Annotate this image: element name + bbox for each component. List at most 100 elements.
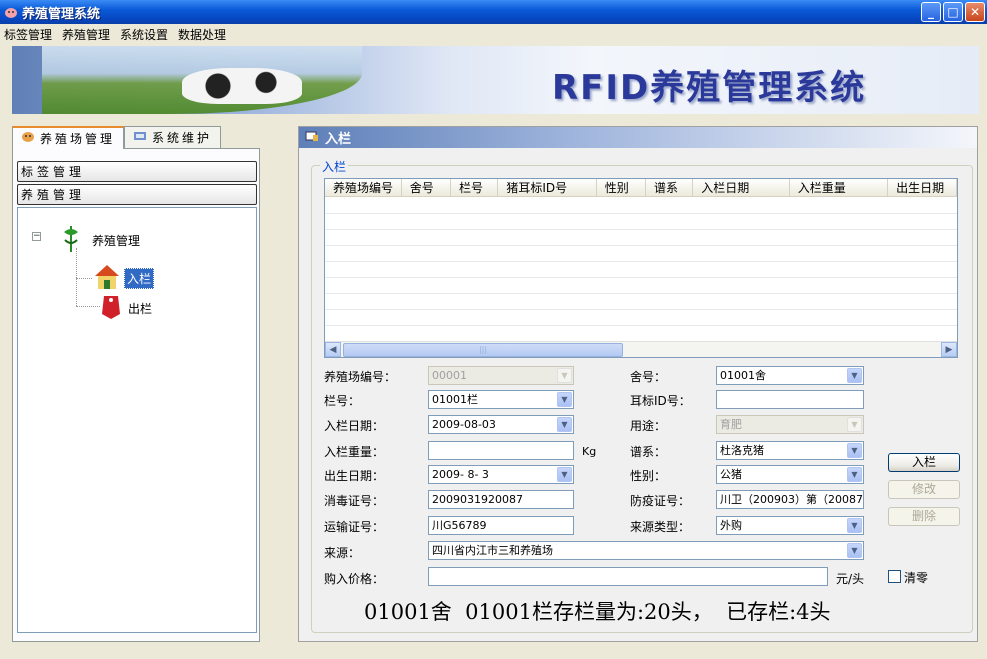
in-date-label: 入栏日期： <box>324 419 385 433</box>
right-panel: 入栏 入栏 养殖场编号 舍号 栏号 猪耳标ID号 性别 谱系 入栏日期 入栏重量… <box>298 126 978 642</box>
birth-date-label: 出生日期： <box>324 469 385 483</box>
column-header-in-date[interactable]: 入栏日期 <box>693 179 790 196</box>
epidemic-no-label: 防疫证号： <box>630 494 691 508</box>
farm-no-value: 00001 <box>432 369 467 382</box>
price-label: 购入价格： <box>324 572 385 586</box>
menu-system-settings[interactable]: 系统设置 <box>116 26 174 43</box>
left-panel: 养殖场管理 系统维护 标签管理 养殖管理 − 养殖管理 入栏 出栏 <box>12 126 260 642</box>
arrow-left-icon: ◀ <box>329 344 337 355</box>
clear-zero-label: 清零 <box>904 571 929 585</box>
chevron-down-icon[interactable]: ▼ <box>557 392 572 407</box>
menu-tag-management[interactable]: 标签管理 <box>0 26 58 43</box>
tree-root[interactable]: 养殖管理 <box>58 224 140 257</box>
tree-expander[interactable]: − <box>32 232 41 241</box>
tab-system-maintenance[interactable]: 系统维护 <box>124 126 222 148</box>
gender-combo[interactable]: 公猪 ▼ <box>716 465 864 484</box>
epidemic-no-input[interactable]: 川卫（200903）第（200878 <box>716 490 864 509</box>
farm-no-label: 养殖场编号： <box>324 370 397 384</box>
maximize-icon: □ <box>947 5 959 19</box>
price-input[interactable] <box>428 567 828 586</box>
gender-label: 性别： <box>630 469 667 483</box>
grip-icon: ||| <box>478 345 488 354</box>
pedigree-value: 杜洛克猪 <box>720 444 764 457</box>
chevron-down-icon: ▼ <box>557 368 572 383</box>
menu-breeding-management[interactable]: 养殖管理 <box>58 26 116 43</box>
cow-image <box>182 68 302 104</box>
tab-body: 标签管理 养殖管理 − 养殖管理 入栏 出栏 <box>12 148 260 642</box>
chevron-down-icon[interactable]: ▼ <box>847 368 862 383</box>
column-header-house-no[interactable]: 舍号 <box>402 179 452 196</box>
transport-no-input[interactable]: 川G56789 <box>428 516 574 535</box>
pig-face-icon <box>21 131 35 146</box>
tree-item-exit-pen[interactable]: 出栏 <box>100 294 152 323</box>
in-date-value: 2009-08-03 <box>432 418 496 431</box>
title-bar: 养殖管理系统 _ □ ✕ <box>0 0 987 24</box>
source-type-value: 外购 <box>720 519 742 532</box>
menu-bar: 标签管理 养殖管理 系统设置 数据处理 <box>0 24 987 44</box>
column-header-in-weight[interactable]: 入栏重量 <box>790 179 889 196</box>
chevron-down-icon[interactable]: ▼ <box>557 467 572 482</box>
minimize-button[interactable]: _ <box>921 2 941 22</box>
column-header-gender[interactable]: 性别 <box>597 179 646 196</box>
arrow-right-icon: ▶ <box>945 344 953 355</box>
chevron-down-icon[interactable]: ▼ <box>847 543 862 558</box>
column-header-pedigree[interactable]: 谱系 <box>646 179 694 196</box>
ear-tag-label: 耳标ID号： <box>630 394 691 408</box>
chevron-down-icon[interactable]: ▼ <box>847 467 862 482</box>
house-icon <box>92 262 122 295</box>
ear-tag-input[interactable] <box>716 390 864 409</box>
enter-pen-button[interactable]: 入栏 <box>888 453 960 472</box>
source-combo[interactable]: 四川省内江市三和养殖场 ▼ <box>428 541 864 560</box>
transport-no-label: 运输证号： <box>324 520 385 534</box>
source-type-label: 来源类型： <box>630 520 691 534</box>
in-date-picker[interactable]: 2009-08-03 ▼ <box>428 415 574 434</box>
farm-no-combo: 00001 ▼ <box>428 366 574 385</box>
section-breeding-management[interactable]: 养殖管理 <box>17 184 257 205</box>
maximize-button[interactable]: □ <box>943 2 963 22</box>
grid-body <box>325 198 957 341</box>
close-button[interactable]: ✕ <box>965 2 985 22</box>
section-tag-management[interactable]: 标签管理 <box>17 161 257 182</box>
menu-data-processing[interactable]: 数据处理 <box>174 26 232 43</box>
birth-date-picker[interactable]: 2009- 8- 3 ▼ <box>428 465 574 484</box>
in-weight-label: 入栏重量： <box>324 445 385 459</box>
clear-zero-checkbox[interactable] <box>888 570 901 583</box>
column-header-farm-no[interactable]: 养殖场编号 <box>325 179 402 196</box>
tree-connector <box>76 306 100 307</box>
scroll-left-button[interactable]: ◀ <box>325 342 341 357</box>
tab-farm-management[interactable]: 养殖场管理 <box>12 126 125 149</box>
modify-button[interactable]: 修改 <box>888 480 960 499</box>
column-header-pen-no[interactable]: 栏号 <box>451 179 499 196</box>
house-no-combo[interactable]: 01001舍 ▼ <box>716 366 864 385</box>
close-icon: ✕ <box>969 5 981 19</box>
pedigree-combo[interactable]: 杜洛克猪 ▼ <box>716 441 864 460</box>
column-header-birth-date[interactable]: 出生日期 <box>888 179 957 196</box>
in-weight-input[interactable] <box>428 441 574 460</box>
chevron-down-icon[interactable]: ▼ <box>847 518 862 533</box>
chevron-down-icon[interactable]: ▼ <box>557 417 572 432</box>
pen-no-combo[interactable]: 01001栏 ▼ <box>428 390 574 409</box>
disinfect-no-input[interactable]: 2009031920087 <box>428 490 574 509</box>
horizontal-scrollbar[interactable]: ◀ ||| ▶ <box>325 341 957 357</box>
tree-item-label: 入栏 <box>124 268 155 289</box>
house-no-value: 01001舍 <box>720 369 766 382</box>
column-header-ear-tag[interactable]: 猪耳标ID号 <box>498 179 597 196</box>
gender-value: 公猪 <box>720 468 742 481</box>
tab-label: 养殖场管理 <box>40 132 116 146</box>
source-type-combo[interactable]: 外购 ▼ <box>716 516 864 535</box>
tree-item-label: 出栏 <box>128 302 153 316</box>
price-tag-icon <box>100 294 122 323</box>
scroll-thumb[interactable]: ||| <box>343 342 623 357</box>
disinfect-no-label: 消毒证号： <box>324 494 385 508</box>
panel-header: 入栏 <box>299 127 977 148</box>
tree-item-enter-pen[interactable]: 入栏 <box>92 262 155 295</box>
groupbox-title: 入栏 <box>320 158 349 175</box>
scroll-right-button[interactable]: ▶ <box>941 342 957 357</box>
records-grid[interactable]: 养殖场编号 舍号 栏号 猪耳标ID号 性别 谱系 入栏日期 入栏重量 出生日期 … <box>324 178 958 358</box>
weight-unit: Kg <box>582 445 597 458</box>
delete-button[interactable]: 删除 <box>888 507 960 526</box>
minimize-icon: _ <box>928 5 934 19</box>
chevron-down-icon[interactable]: ▼ <box>847 443 862 458</box>
pedigree-label: 谱系： <box>630 445 667 459</box>
pen-no-value: 01001栏 <box>432 393 478 406</box>
